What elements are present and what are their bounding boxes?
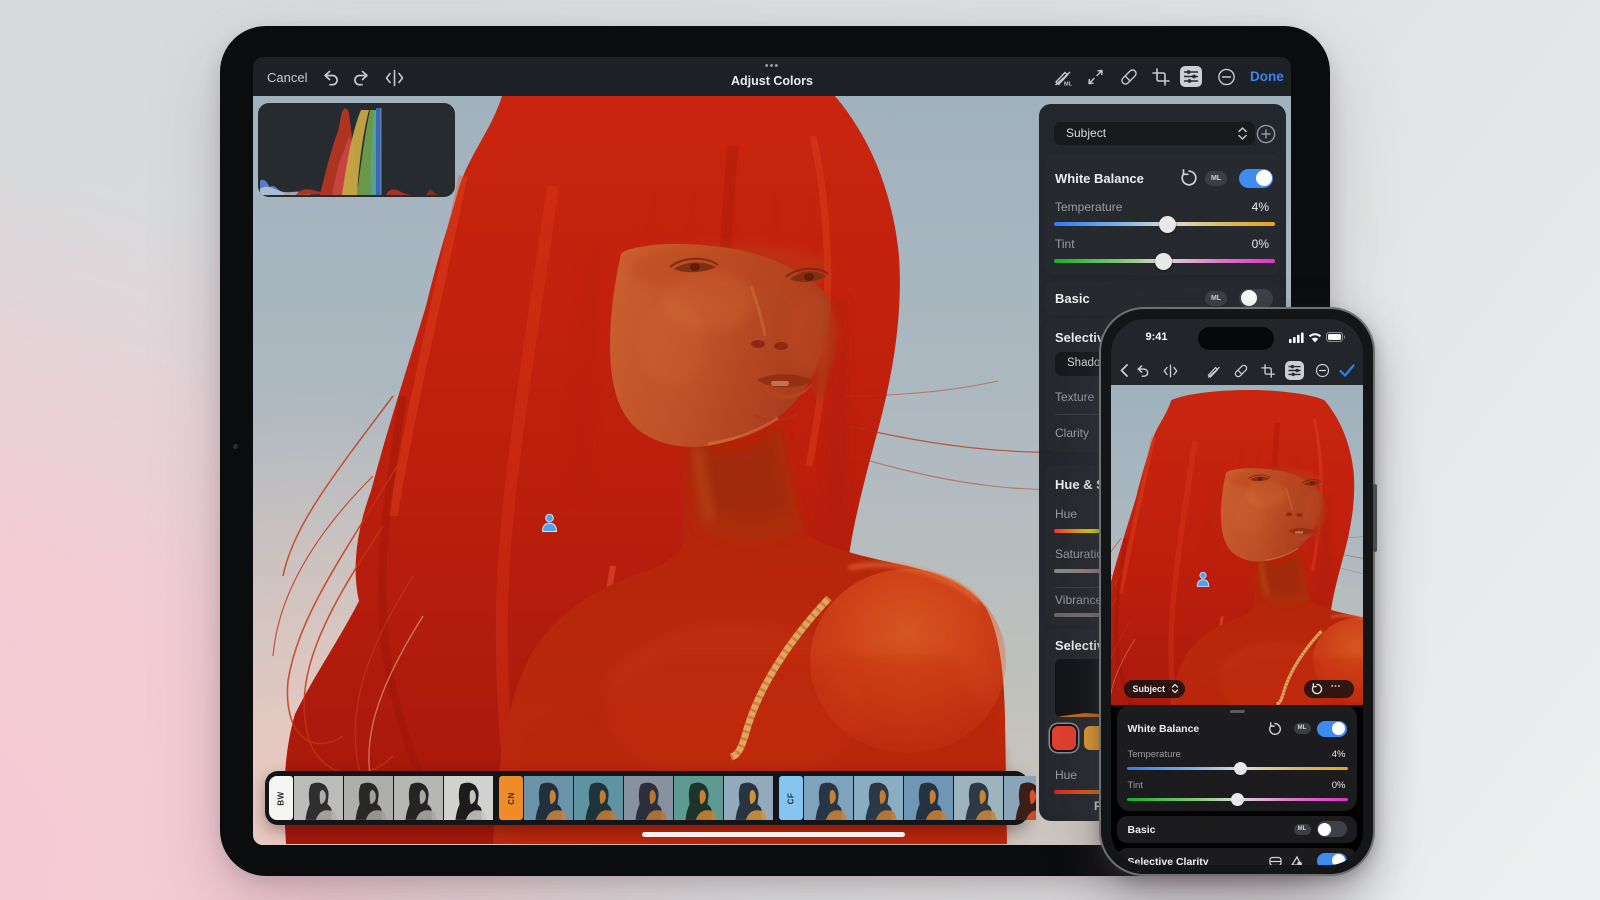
svg-text:ML: ML (1064, 82, 1073, 88)
